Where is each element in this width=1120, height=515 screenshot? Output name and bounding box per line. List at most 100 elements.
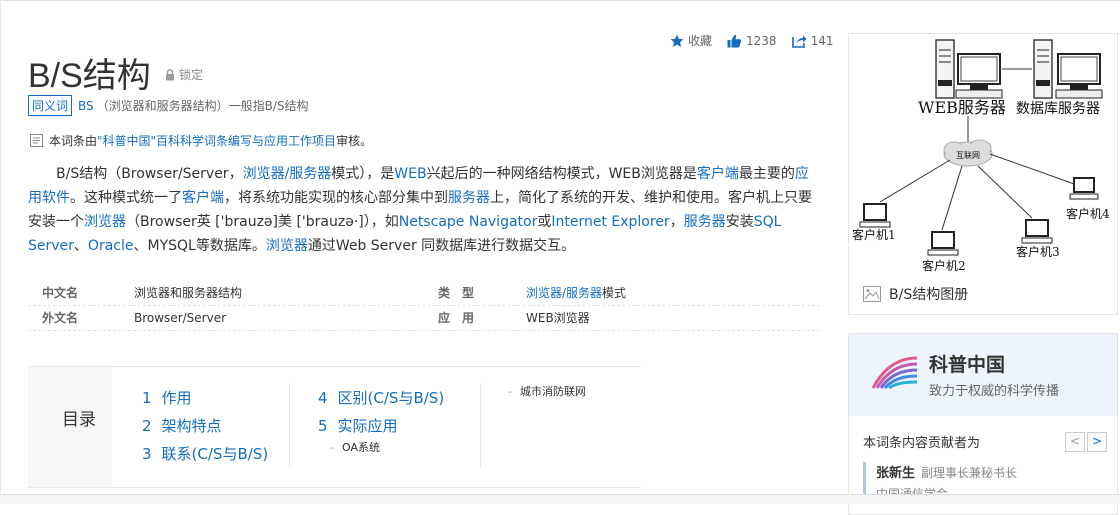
toc-item[interactable]: 5 实际应用: [318, 415, 398, 436]
left-border: [0, 0, 1, 503]
intro-text: 、MYSQL等数据库。: [133, 238, 266, 254]
lock-status: 锁定: [165, 66, 203, 83]
db-server-label: 数据库服务器: [1016, 101, 1100, 117]
client-computer-icon: [859, 203, 891, 228]
toc-subitem-label: 城市消防联网: [519, 385, 586, 398]
toc-item[interactable]: 3 联系(C/S与B/S): [142, 443, 268, 464]
link-web[interactable]: WEB: [394, 166, 426, 182]
client-computer-icon: [1021, 219, 1053, 244]
link-server[interactable]: 服务器: [684, 214, 726, 230]
toc-item-label: 作用: [161, 389, 192, 407]
kepu-slogan: 致力于权威的科学传播: [929, 384, 1060, 399]
like-button[interactable]: 1238: [727, 34, 777, 48]
favorite-label: 收藏: [688, 34, 713, 48]
client1-label: 客户机1: [852, 227, 896, 242]
client-computer-icon: [1069, 177, 1099, 200]
lock-label: 锁定: [179, 68, 204, 82]
thumbs-up-icon: [727, 34, 742, 47]
info-value-link[interactable]: 浏览器/服务器: [526, 286, 602, 300]
page-title: B/S结构: [28, 57, 151, 95]
link-browser-server[interactable]: 浏览器/服务器: [243, 166, 332, 182]
share-icon: [791, 35, 807, 48]
toc-item[interactable]: 2 架构特点: [142, 415, 222, 436]
kepu-name[interactable]: 科普中国: [929, 350, 1005, 377]
synonym-badge[interactable]: 同义词: [28, 95, 73, 116]
info-value: 浏览器和服务器结构: [134, 286, 243, 300]
info-value-text: 模式: [602, 286, 627, 300]
toc-item[interactable]: 4 区别(C/S与B/S): [318, 387, 444, 408]
document-icon: [30, 134, 43, 147]
link-internet-explorer[interactable]: Internet Explorer: [551, 214, 669, 230]
toc-divider: [289, 383, 290, 467]
synonym-line: 同义词 BS （浏览器和服务器结构）一般指B/S结构: [28, 95, 309, 116]
link-browser[interactable]: 浏览器: [266, 238, 308, 254]
review-suffix: 审核。: [336, 134, 373, 148]
review-notice: 本词条由 "科普中国"百科科学词条编写与应用工作项目 审核。: [30, 132, 372, 149]
connection-arrows: [879, 153, 1081, 231]
favorite-button[interactable]: 收藏: [670, 32, 712, 49]
info-value: 浏览器/服务器模式: [526, 281, 626, 305]
toc-item-label: 实际应用: [337, 417, 398, 435]
info-key: 外文名: [42, 311, 79, 325]
client2-label: 客户机2: [922, 258, 966, 273]
link-client[interactable]: 客户端: [697, 166, 739, 182]
review-prefix: 本词条由: [49, 134, 98, 148]
toc-item-label: 联系(C/S与B/S): [161, 445, 269, 463]
client3-label: 客户机3: [1016, 244, 1060, 259]
info-value: WEB浏览器: [526, 311, 590, 325]
intro-paragraph: B/S结构（Browser/Server，浏览器/服务器模式），是WEB兴起后的…: [28, 162, 818, 258]
link-browser[interactable]: 浏览器: [84, 214, 126, 230]
toc-item-number: 4: [318, 389, 328, 407]
basic-info-row: 中文名 浏览器和服务器结构 类型 浏览器/服务器模式: [28, 281, 820, 306]
toc-item-number: 2: [142, 417, 152, 435]
album-caption-label: B/S结构图册: [889, 287, 969, 303]
contributor-role: 副理事长兼秘书长: [921, 466, 1018, 480]
bs-architecture-diagram: WEB服务器 数据库服务器 互联网 客户机1 客户机2 客户机3 客户机4: [852, 39, 1110, 273]
internet-label: 互联网: [956, 151, 980, 160]
prev-button[interactable]: <: [1065, 432, 1085, 452]
contributors-pager: < >: [1063, 432, 1107, 452]
client4-label: 客户机4: [1066, 206, 1110, 221]
share-count: 141: [810, 33, 834, 48]
intro-text: 。这种模式统一了: [70, 190, 182, 206]
review-project-link[interactable]: "科普中国"百科科学词条编写与应用工作项目: [97, 132, 336, 149]
database-server-icon: [1033, 39, 1103, 99]
synonym-term-link[interactable]: BS: [78, 99, 94, 113]
toc-item-label: 区别(C/S与B/S): [337, 389, 445, 407]
client-computer-icon: [927, 231, 959, 256]
image-icon: [863, 286, 881, 302]
info-key: 中文名: [42, 286, 79, 300]
contributor-name: 张新生: [876, 466, 916, 481]
toc-subitem-label: OA系统: [341, 441, 380, 454]
toc-subitem[interactable]: - OA系统: [330, 439, 380, 455]
link-oracle[interactable]: Oracle: [88, 238, 134, 254]
intro-text: ，: [669, 214, 684, 230]
album-caption[interactable]: B/S结构图册: [863, 284, 968, 304]
synonym-text: （浏览器和服务器结构）一般指B/S结构: [96, 99, 309, 113]
toc-item[interactable]: 1 作用: [142, 387, 192, 408]
kepu-china-panel: 科普中国 致力于权威的科学传播 本词条内容贡献者为 < > 张新生 副理事长兼秘书…: [848, 333, 1118, 515]
toc-item-number: 5: [318, 417, 328, 435]
share-button[interactable]: 141: [791, 33, 834, 48]
intro-text: 模式），是: [331, 166, 395, 182]
link-server[interactable]: 服务器: [448, 190, 490, 206]
kepu-logo-icon: [871, 356, 918, 390]
star-icon: [670, 34, 684, 47]
toc-subitem[interactable]: - 城市消防联网: [508, 383, 586, 399]
toc-item-number: 3: [142, 445, 152, 463]
album-card[interactable]: WEB服务器 数据库服务器 互联网 客户机1 客户机2 客户机3 客户机4 B/…: [848, 33, 1118, 315]
toc-divider: [480, 383, 481, 467]
link-client[interactable]: 客户端: [182, 190, 224, 206]
web-server-icon: [935, 39, 1003, 99]
intro-text: 兴起后的一种网络结构模式，WEB浏览器是: [426, 166, 697, 182]
link-netscape[interactable]: Netscape Navigator: [399, 214, 538, 230]
table-of-contents: 目录 1 作用 2 架构特点 3 联系(C/S与B/S) 4 区别(C/S与B/S) 5…: [28, 366, 641, 488]
like-count: 1238: [746, 33, 777, 48]
toc-title-panel: 目录: [28, 367, 112, 487]
next-button[interactable]: >: [1087, 432, 1107, 452]
intro-text: B/S结构（Browser/Server，: [56, 166, 243, 182]
web-server-label: WEB服务器: [918, 98, 1006, 117]
toc-title: 目录: [62, 410, 96, 430]
toc-item-number: 1: [142, 389, 152, 407]
info-key: 应用: [438, 311, 487, 325]
